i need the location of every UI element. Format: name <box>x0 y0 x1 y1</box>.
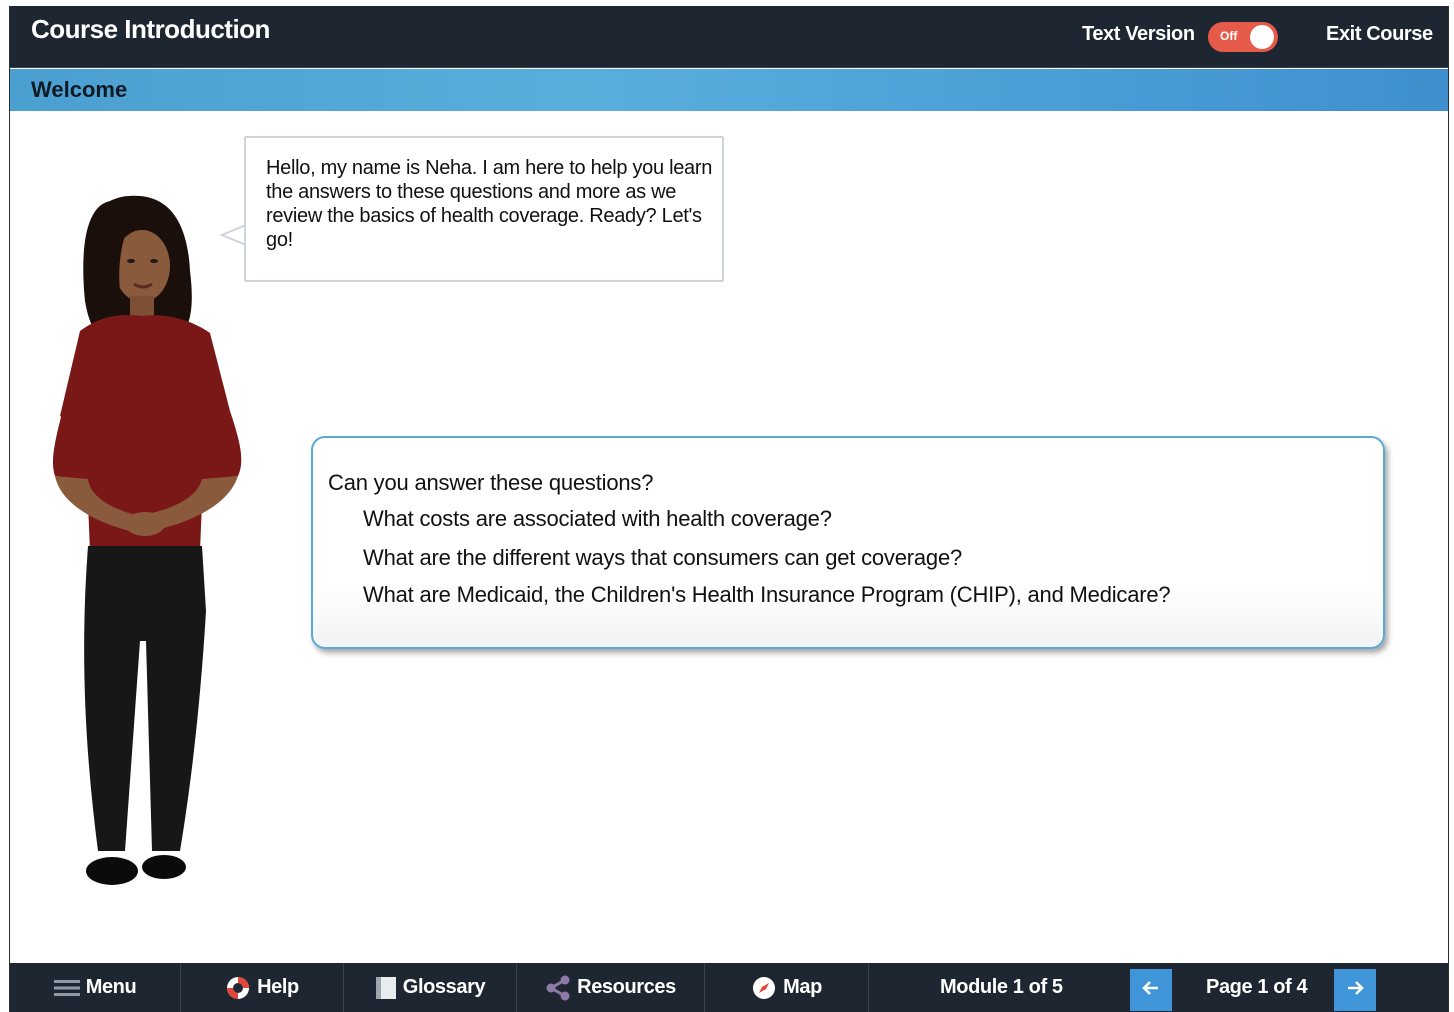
section-header: Welcome <box>10 69 1448 111</box>
exit-course-button[interactable]: Exit Course <box>1326 23 1433 46</box>
previous-page-button[interactable] <box>1130 969 1172 1011</box>
bottom-nav-bar: Menu Help Glossary Resources Map Module … <box>10 963 1448 1012</box>
next-page-button[interactable] <box>1334 969 1376 1011</box>
share-icon <box>545 975 571 1001</box>
glossary-button[interactable]: Glossary <box>344 963 517 1012</box>
speech-bubble-text: Hello, my name is Neha. I am here to hel… <box>266 157 713 251</box>
book-icon <box>375 976 397 1000</box>
toggle-knob <box>1250 25 1274 49</box>
map-button[interactable]: Map <box>705 963 869 1012</box>
section-title: Welcome <box>31 77 128 102</box>
course-title: Course Introduction <box>31 14 270 44</box>
arrow-right-icon <box>1346 980 1364 1001</box>
toggle-state-label: Off <box>1220 29 1238 43</box>
speech-bubble: Hello, my name is Neha. I am here to hel… <box>244 136 724 282</box>
page-indicator: Page 1 of 4 <box>1206 976 1308 998</box>
module-indicator: Module 1 of 5 <box>940 976 1063 998</box>
menu-button[interactable]: Menu <box>10 963 181 1012</box>
text-version-toggle[interactable]: Off <box>1208 22 1278 52</box>
question-item: What are Medicaid, the Children's Health… <box>363 582 1171 607</box>
guide-character-image <box>52 195 242 885</box>
map-label: Map <box>783 976 822 998</box>
hamburger-icon <box>53 979 80 997</box>
resources-label: Resources <box>577 976 676 998</box>
glossary-label: Glossary <box>402 976 486 998</box>
course-window: Course Introduction Text Version Off Exi… <box>9 6 1449 1012</box>
resources-button[interactable]: Resources <box>517 963 705 1012</box>
lifebuoy-icon <box>225 975 251 1001</box>
arrow-left-icon <box>1142 980 1160 1001</box>
question-item: What costs are associated with health co… <box>363 506 832 531</box>
menu-label: Menu <box>85 976 137 998</box>
compass-icon <box>751 975 777 1001</box>
questions-title: Can you answer these questions? <box>328 470 654 495</box>
text-version-label: Text Version <box>1082 23 1195 45</box>
top-bar: Course Introduction Text Version Off Exi… <box>10 6 1448 68</box>
questions-card: Can you answer these questions? What cos… <box>311 436 1385 649</box>
help-label: Help <box>257 976 299 998</box>
question-item: What are the different ways that consume… <box>363 545 963 570</box>
help-button[interactable]: Help <box>181 963 344 1012</box>
